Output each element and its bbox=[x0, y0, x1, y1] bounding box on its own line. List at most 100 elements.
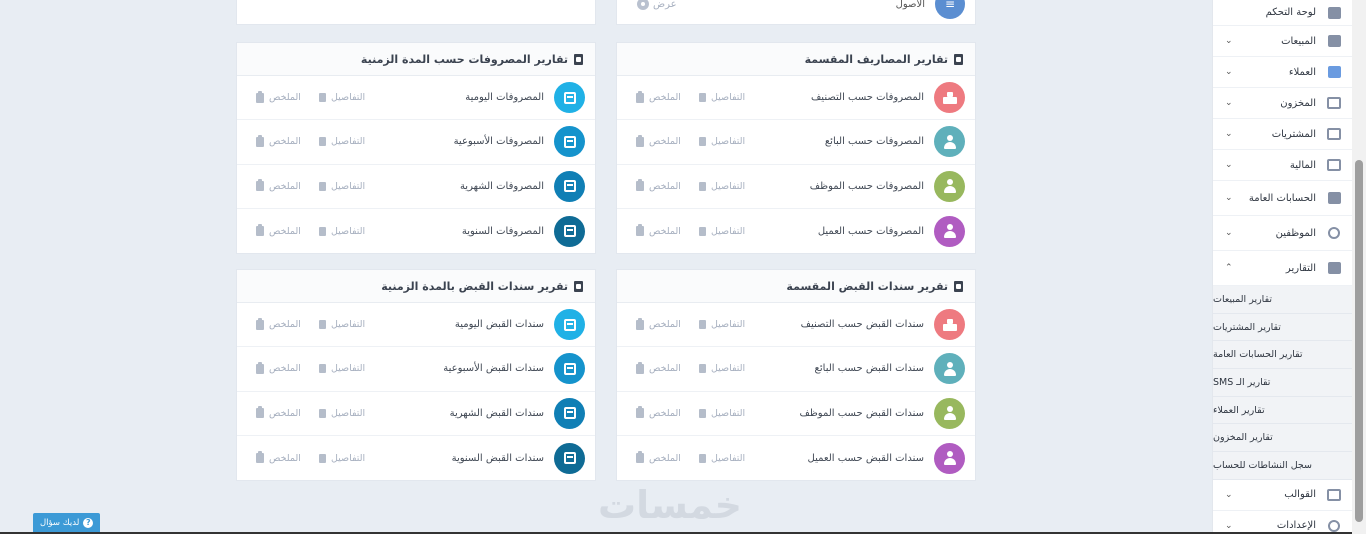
summary-link[interactable]: الملخص bbox=[256, 90, 301, 103]
summary-link[interactable]: الملخص bbox=[256, 406, 301, 419]
details-link[interactable]: التفاصيل bbox=[698, 181, 745, 192]
report-name: سندات القبض حسب العميل bbox=[807, 452, 924, 464]
sidebar-subitem-customers-reports[interactable]: تقارير العملاء bbox=[1213, 396, 1352, 425]
summary-link[interactable]: الملخص bbox=[636, 90, 681, 103]
summary-link[interactable]: الملخص bbox=[636, 179, 681, 192]
calendar-month-icon bbox=[554, 397, 585, 429]
clipboard-icon bbox=[636, 224, 644, 237]
report-name: المصروفات الأسبوعية bbox=[453, 136, 544, 148]
report-row: الملخص التفاصيل سندات القبض حسب العميل bbox=[617, 436, 975, 480]
summary-link[interactable]: الملخص bbox=[636, 317, 681, 330]
sidebar-item-general-accounts[interactable]: ⌄ الحسابات العامة bbox=[1213, 181, 1352, 216]
sidebar-item-employees[interactable]: ⌄ الموظفين bbox=[1213, 216, 1352, 251]
summary-link[interactable]: الملخص bbox=[636, 361, 681, 374]
card-header: تقرير سندات القبض بالمدة الزمنية bbox=[237, 270, 595, 303]
clipboard-icon bbox=[256, 406, 264, 419]
details-link[interactable]: التفاصيل bbox=[698, 136, 745, 147]
details-link[interactable]: التفاصيل bbox=[698, 408, 745, 419]
calendar-year-icon bbox=[554, 442, 585, 474]
sidebar-item-finance[interactable]: ⌄ المالية bbox=[1213, 150, 1352, 181]
clipboard-icon bbox=[256, 90, 264, 103]
sidebar-item-templates[interactable]: ⌄ القوالب bbox=[1213, 480, 1352, 511]
chevron-down-icon: ⌄ bbox=[1225, 36, 1233, 46]
details-link[interactable]: التفاصيل bbox=[318, 136, 365, 147]
report-name: سندات القبض الأسبوعية bbox=[443, 363, 544, 375]
report-file-icon bbox=[954, 280, 963, 292]
file-icon bbox=[318, 181, 326, 191]
file-icon bbox=[318, 408, 326, 418]
file-icon bbox=[698, 453, 706, 463]
summary-link[interactable]: الملخص bbox=[256, 134, 301, 147]
sidebar-subitem-purchases-reports[interactable]: تقارير المشتريات bbox=[1213, 313, 1352, 342]
sidebar-subitem-general-accounts-reports[interactable]: تقارير الحسابات العامة bbox=[1213, 341, 1352, 370]
details-link[interactable]: التفاصيل bbox=[698, 319, 745, 330]
report-name: سندات القبض السنوية bbox=[451, 452, 544, 464]
summary-link[interactable]: الملخص bbox=[636, 224, 681, 237]
details-link[interactable]: التفاصيل bbox=[318, 181, 365, 192]
summary-link[interactable]: الملخص bbox=[636, 451, 681, 464]
report-name: المصروفات الشهرية bbox=[459, 180, 544, 192]
file-icon bbox=[318, 137, 326, 147]
details-link[interactable]: التفاصيل bbox=[318, 92, 365, 103]
summary-link[interactable]: الملخص bbox=[256, 179, 301, 192]
sidebar-subitem-activity-log[interactable]: سجل النشاطات للحساب bbox=[1213, 452, 1352, 480]
report-row: الملخص التفاصيل المصروفات حسب التصنيف bbox=[617, 76, 975, 121]
clipboard-icon bbox=[636, 90, 644, 103]
details-link[interactable]: التفاصيل bbox=[318, 319, 365, 330]
card-header: تقارير المصاريف المقسمة bbox=[617, 43, 975, 76]
details-link[interactable]: التفاصيل bbox=[698, 226, 745, 237]
summary-link[interactable]: الملخص bbox=[256, 451, 301, 464]
report-name: المصروفات حسب العميل bbox=[817, 225, 924, 237]
chevron-down-icon: ⌄ bbox=[1225, 489, 1233, 500]
sidebar-item-dashboard[interactable]: لوحة التحكم bbox=[1213, 0, 1352, 26]
vendor-icon bbox=[934, 353, 965, 385]
scrollbar[interactable] bbox=[1352, 0, 1366, 534]
sidebar-item-settings[interactable]: ⌄ الإعدادات bbox=[1213, 511, 1352, 534]
sidebar-item-reports[interactable]: ⌃ التقارير bbox=[1213, 251, 1352, 286]
sidebar-item-sales[interactable]: ⌄ المبيعات bbox=[1213, 26, 1352, 57]
report-name: المصروفات حسب البائع bbox=[824, 136, 924, 148]
details-link[interactable]: التفاصيل bbox=[698, 453, 745, 464]
clipboard-icon bbox=[636, 317, 644, 330]
details-link[interactable]: التفاصيل bbox=[318, 363, 365, 374]
sidebar-item-inventory[interactable]: ⌄ المخزون bbox=[1213, 88, 1352, 119]
home-icon bbox=[1326, 6, 1342, 20]
chevron-down-icon: ⌄ bbox=[1225, 160, 1233, 170]
file-icon bbox=[318, 364, 326, 374]
money-icon bbox=[1326, 158, 1342, 172]
details-link[interactable]: التفاصيل bbox=[318, 408, 365, 419]
report-chart-icon bbox=[574, 280, 583, 292]
sidebar-subitem-sms-reports[interactable]: تقارير الـ SMS bbox=[1213, 369, 1352, 397]
summary-link[interactable]: الملخص bbox=[636, 406, 681, 419]
truck-icon bbox=[1326, 127, 1342, 141]
summary-link[interactable]: الملخص bbox=[636, 134, 681, 147]
sidebar-item-purchases[interactable]: ⌄ المشتريات bbox=[1213, 119, 1352, 150]
summary-link[interactable]: الملخص bbox=[256, 224, 301, 237]
sidebar-item-customers[interactable]: ⌄ العملاء bbox=[1213, 57, 1352, 88]
clipboard-icon bbox=[256, 224, 264, 237]
file-icon bbox=[698, 364, 706, 374]
file-icon bbox=[318, 93, 326, 103]
report-row: الملخص التفاصيل سندات القبض الشهرية bbox=[237, 392, 595, 436]
report-row: الملخص التفاصيل سندات القبض السنوية bbox=[237, 436, 595, 480]
report-row: الملخص التفاصيل المصروفات حسب العميل bbox=[617, 209, 975, 253]
sidebar-subitem-inventory-reports[interactable]: تقارير المخزون bbox=[1213, 424, 1352, 453]
view-link[interactable]: عرض bbox=[637, 0, 677, 10]
details-link[interactable]: التفاصيل bbox=[698, 92, 745, 103]
report-row: الملخص التفاصيل سندات القبض اليومية bbox=[237, 303, 595, 348]
details-link[interactable]: التفاصيل bbox=[318, 226, 365, 237]
summary-link[interactable]: الملخص bbox=[256, 361, 301, 374]
scrollbar-thumb[interactable] bbox=[1355, 160, 1363, 522]
report-row: الملخص التفاصيل سندات القبض حسب التصنيف bbox=[617, 303, 975, 348]
chart-icon bbox=[1326, 261, 1342, 275]
summary-link[interactable]: الملخص bbox=[256, 317, 301, 330]
clipboard-icon bbox=[636, 406, 644, 419]
report-chart-icon bbox=[574, 53, 583, 65]
details-link[interactable]: التفاصيل bbox=[318, 453, 365, 464]
file-icon bbox=[318, 453, 326, 463]
details-link[interactable]: التفاصيل bbox=[698, 363, 745, 374]
customer-icon bbox=[934, 442, 965, 474]
sidebar-subitem-sales-reports[interactable]: تقارير المبيعات bbox=[1213, 286, 1352, 314]
help-button[interactable]: ? لديك سؤال bbox=[33, 513, 101, 532]
clipboard-icon bbox=[256, 361, 264, 374]
